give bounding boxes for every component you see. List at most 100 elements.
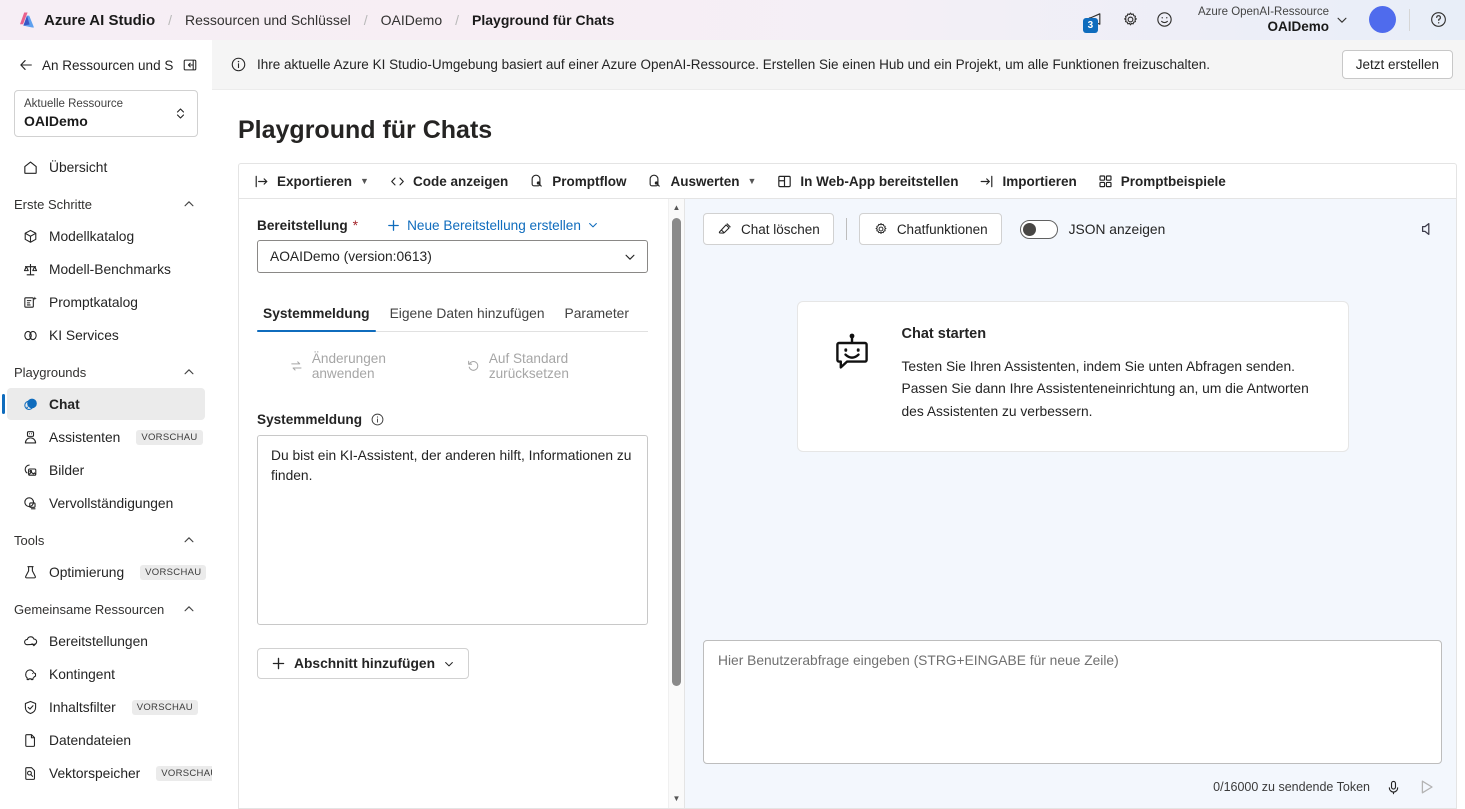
sidebar-item-inhaltsfilter[interactable]: Inhaltsfilter VORSCHAU: [7, 691, 205, 723]
smiley-icon[interactable]: [1150, 5, 1180, 35]
resource-switcher[interactable]: Azure OpenAI-Ressource OAIDemo: [1192, 4, 1355, 37]
breadcrumb-item-resources[interactable]: Ressourcen und Schlüssel: [185, 12, 351, 28]
promptflow-icon: [531, 174, 543, 187]
breadcrumb: / Ressourcen und Schlüssel / OAIDemo / P…: [155, 12, 614, 28]
apply-icon: [291, 361, 302, 371]
create-now-button[interactable]: Jetzt erstellen: [1341, 50, 1453, 79]
sidebar-group-tools[interactable]: Tools: [0, 525, 212, 555]
config-scrollbar[interactable]: ▲ ▼: [668, 199, 684, 808]
toolbar-import-button[interactable]: Importieren: [968, 167, 1086, 195]
sidebar-item-uebersicht[interactable]: Übersicht: [7, 151, 205, 183]
preview-badge: VORSCHAU: [140, 564, 207, 580]
gear-icon: [875, 223, 887, 234]
prompt-icon: [21, 293, 39, 311]
toolbar-deploy-webapp-button[interactable]: In Web-App bereitstellen: [766, 167, 968, 195]
tab-parameter[interactable]: Parameter: [559, 299, 635, 331]
breadcrumb-item-oaidemo[interactable]: OAIDemo: [381, 12, 442, 28]
chat-input[interactable]: [703, 640, 1442, 764]
sidebar-item-datendateien[interactable]: Datendateien: [7, 724, 205, 756]
sidebar-item-kontingent[interactable]: Kontingent: [7, 658, 205, 690]
chevron-up-icon: [184, 606, 194, 612]
toolbar-label: Importieren: [1002, 173, 1077, 189]
preview-badge: VORSCHAU: [136, 429, 203, 445]
system-message-input[interactable]: [257, 435, 648, 625]
sidebar-group-gemeinsame-ressourcen[interactable]: Gemeinsame Ressourcen: [0, 594, 212, 624]
chat-start-title: Chat starten: [901, 326, 987, 342]
json-toggle[interactable]: [1019, 219, 1058, 239]
info-icon[interactable]: [370, 412, 385, 427]
tab-systemmeldung[interactable]: Systemmeldung: [257, 299, 376, 332]
toolbar-view-code-button[interactable]: Code anzeigen: [379, 167, 518, 195]
sidebar-item-label: Modellkatalog: [49, 228, 135, 244]
brand[interactable]: Azure AI Studio: [18, 11, 155, 29]
scroll-up-arrow[interactable]: ▲: [673, 202, 681, 214]
sidebar-item-label: Datendateien: [49, 732, 132, 748]
scroll-down-arrow[interactable]: ▼: [673, 793, 681, 805]
toolbar-evaluate-button[interactable]: Auswerten ▼: [636, 167, 766, 195]
microphone-icon[interactable]: [1382, 776, 1404, 798]
add-section-label: Abschnitt hinzufügen: [294, 656, 436, 671]
sidebar-item-optimierung[interactable]: Optimierung VORSCHAU: [7, 556, 207, 588]
deployment-select-value: AOAIDemo (version:0613): [270, 249, 432, 264]
scrollbar-thumb[interactable]: [672, 218, 681, 687]
sidebar-item-vervollstaendigungen[interactable]: Vervollständigungen: [7, 487, 205, 519]
chevron-down-icon: [445, 661, 453, 666]
tab-eigene-daten[interactable]: Eigene Daten hinzufügen: [384, 299, 551, 331]
sidebar-item-modell-benchmarks[interactable]: Modell-Benchmarks: [7, 253, 205, 285]
main-area: Ihre aktuelle Azure KI Studio-Umgebung b…: [212, 40, 1465, 809]
chat-functions-button[interactable]: Chatfunktionen: [858, 213, 1002, 245]
evaluate-icon: [650, 174, 661, 187]
config-tabs: Systemmeldung Eigene Daten hinzufügen Pa…: [257, 299, 648, 332]
breadcrumb-item-current: Playground für Chats: [472, 12, 615, 28]
sidebar-item-bereitstellungen[interactable]: Bereitstellungen: [7, 625, 205, 657]
sidebar-group-erste-schritte[interactable]: Erste Schritte: [0, 189, 212, 219]
chevron-updown-icon: [176, 108, 185, 119]
send-icon[interactable]: [1416, 776, 1438, 798]
sidebar-item-vektorspeicher[interactable]: Vektorspeicher VORSCHAU: [7, 757, 212, 789]
sidebar-item-label: Optimierung: [49, 564, 125, 580]
sidebar-item-ki-services[interactable]: KI Services: [7, 319, 205, 351]
help-icon[interactable]: [1423, 5, 1453, 35]
add-section-button[interactable]: Abschnitt hinzufügen: [257, 648, 470, 679]
deployment-select[interactable]: AOAIDemo (version:0613): [257, 240, 648, 273]
clear-chat-button[interactable]: Chat löschen: [703, 213, 834, 245]
import-icon: [981, 175, 993, 187]
gear-icon[interactable]: [1116, 5, 1146, 35]
chevron-down-icon: ▼: [360, 176, 369, 186]
token-counter: 0/16000 zu sendende Token: [1213, 780, 1370, 794]
toolbar-label: Promptflow: [552, 173, 627, 189]
deployment-label: Bereitstellung: [257, 217, 348, 233]
assistant-icon: [21, 428, 39, 446]
apply-changes-button[interactable]: Änderungen anwenden: [281, 346, 450, 386]
chat-functions-label: Chatfunktionen: [896, 221, 988, 237]
sidebar-item-label: Inhaltsfilter: [49, 699, 116, 715]
system-message-label: Systemmeldung: [257, 412, 362, 427]
reset-default-button[interactable]: Auf Standard zurücksetzen: [458, 346, 648, 386]
playground-content: Bereitstellung * Neue Bereitstellung ers…: [238, 199, 1457, 809]
configuration-inner: Bereitstellung * Neue Bereitstellung ers…: [239, 199, 668, 808]
toolbar-label: Exportieren: [277, 173, 353, 189]
new-deployment-button[interactable]: Neue Bereitstellung erstellen: [386, 218, 599, 233]
app-root: Azure AI Studio / Ressourcen und Schlüss…: [0, 0, 1465, 809]
scrollbar-track[interactable]: [669, 214, 684, 793]
sidebar-group-playgrounds[interactable]: Playgrounds: [0, 357, 212, 387]
json-toggle-wrap[interactable]: JSON anzeigen: [1019, 219, 1165, 239]
sidebar-item-promptkatalog[interactable]: Promptkatalog: [7, 286, 205, 318]
sidebar-group-label: Erste Schritte: [14, 196, 93, 212]
sidebar-item-modellkatalog[interactable]: Modellkatalog: [7, 220, 205, 252]
resource-kind-label: Azure OpenAI-Ressource: [1197, 5, 1329, 18]
toolbar-promptflow-button[interactable]: Promptflow: [518, 167, 636, 195]
current-resource-card[interactable]: Aktuelle Ressource OAIDemo: [14, 90, 198, 138]
speaker-icon[interactable]: [1414, 215, 1442, 243]
panel-collapse-icon[interactable]: [182, 57, 198, 73]
megaphone-icon[interactable]: 3: [1082, 5, 1112, 35]
toolbar-prompt-samples-button[interactable]: Promptbeispiele: [1087, 167, 1236, 195]
sidebar-item-chat[interactable]: Chat: [2, 388, 205, 421]
sidebar-item-assistenten[interactable]: Assistenten VORSCHAU: [7, 421, 205, 453]
chevron-up-icon: [184, 201, 194, 207]
sidebar-collapse-row[interactable]: An Ressourcen und Sc...: [0, 50, 212, 80]
sidebar-item-bilder[interactable]: Bilder: [7, 454, 205, 486]
sidebar-item-label: Vektorspeicher: [49, 765, 141, 781]
avatar[interactable]: [1369, 6, 1396, 34]
toolbar-export-button[interactable]: Exportieren ▼: [243, 167, 379, 195]
